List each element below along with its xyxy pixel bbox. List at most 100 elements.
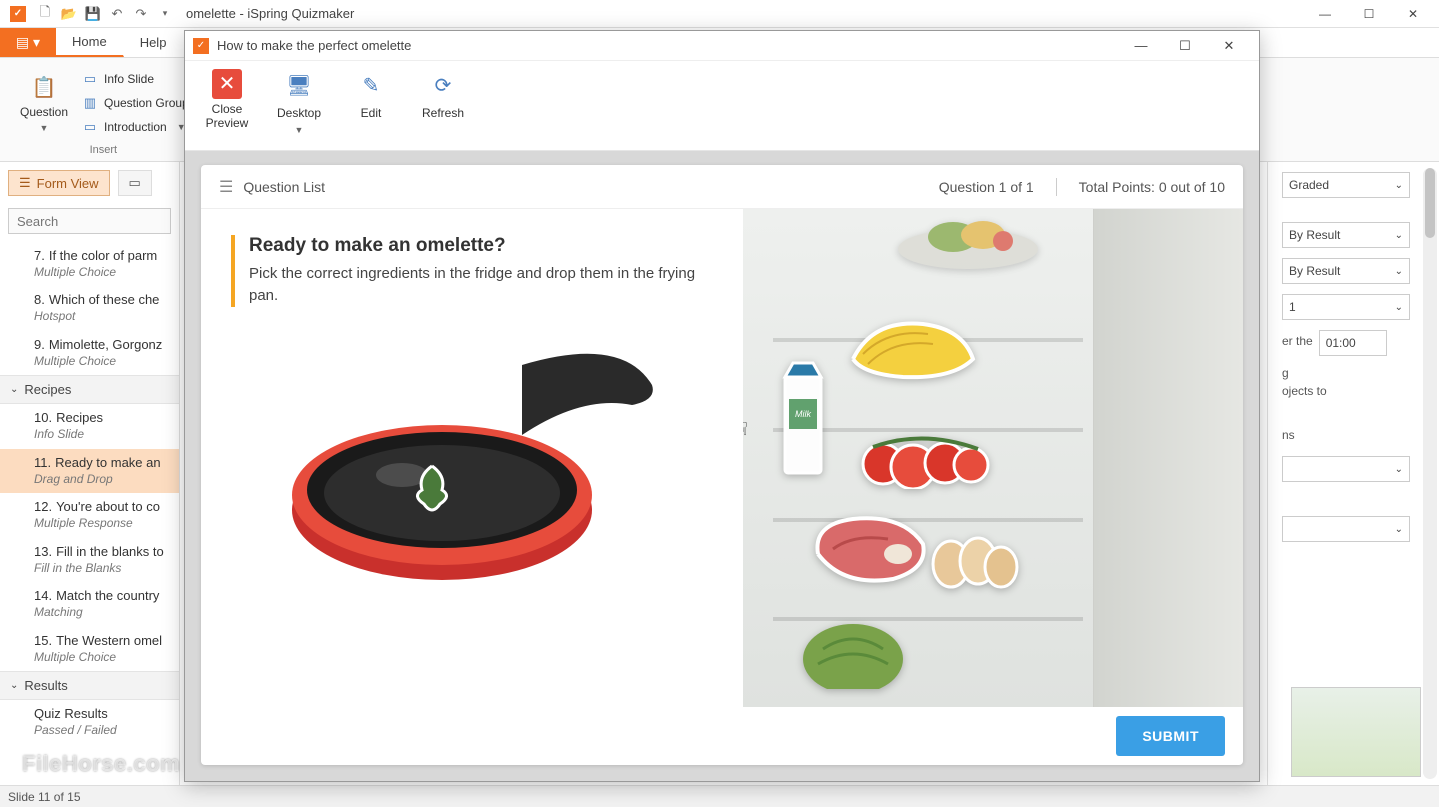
question-title: Ready to make an omelette? [249, 235, 713, 257]
preview-toolbar: ✕Close Preview 🖥Desktop▼ ✎Edit ⟳Refresh [185, 61, 1259, 151]
graded-label: Graded [1289, 178, 1329, 192]
chevron-down-icon: ⌄ [10, 680, 18, 691]
time-input[interactable]: 01:00 [1319, 330, 1387, 356]
question-icon: 📋 [30, 73, 58, 101]
group-recipes[interactable]: ⌄ Recipes [0, 375, 179, 404]
desktop-button[interactable]: 🖥Desktop▼ [267, 67, 331, 135]
edit-button[interactable]: ✎Edit [339, 67, 403, 121]
qat-dropdown-icon[interactable]: ▾ [156, 5, 174, 23]
slide-list[interactable]: 7.If the color of parmMultiple Choice 8.… [0, 242, 179, 785]
help-tab[interactable]: Help [124, 28, 184, 57]
preview-close-button[interactable]: ✕ [1207, 32, 1251, 60]
list-item[interactable]: 15.The Western omelMultiple Choice [0, 627, 179, 671]
svg-text:Milk: Milk [795, 409, 811, 419]
undo-icon[interactable]: ↶ [108, 5, 126, 23]
quick-access-toolbar: 🗋 📂 💾 ↶ ↷ ▾ [36, 5, 174, 23]
file-tab[interactable]: ▤ ▾ [0, 28, 56, 57]
slide-panel: ☰Form View ▭ 7.If the color of parmMulti… [0, 162, 180, 785]
home-tab[interactable]: Home [56, 28, 124, 57]
preview-surface: ☰ Question List Question 1 of 1 Total Po… [185, 151, 1259, 781]
maximize-button[interactable]: ☐ [1347, 0, 1391, 28]
question-counter: Question 1 of 1 [939, 179, 1034, 195]
group-results[interactable]: ⌄ Results [0, 671, 179, 700]
watermark: FileHorse.com [22, 751, 180, 777]
introduction-label: Introduction [104, 120, 167, 134]
window-title: omelette - iSpring Quizmaker [186, 6, 354, 21]
close-preview-button[interactable]: ✕Close Preview [195, 67, 259, 131]
close-icon: ✕ [212, 69, 242, 99]
slide-counter: Slide 11 of 15 [8, 790, 81, 804]
introduction-icon: ▭ [82, 119, 98, 135]
preview-maximize-button[interactable]: ☐ [1163, 32, 1207, 60]
status-bar: Slide 11 of 15 [0, 785, 1439, 807]
group-label: Results [24, 678, 67, 693]
list-item[interactable]: 9.Mimolette, GorgonzMultiple Choice [0, 331, 179, 375]
redo-icon[interactable]: ↷ [132, 5, 150, 23]
question-group-label: Question Group [104, 96, 189, 110]
group-label: Recipes [24, 382, 71, 397]
quiz-header: ☰ Question List Question 1 of 1 Total Po… [201, 165, 1243, 209]
chevron-down-icon: ⌄ [1395, 266, 1403, 277]
preview-title: How to make the perfect omelette [217, 38, 411, 53]
preview-titlebar: ✓ How to make the perfect omelette — ☐ ✕ [185, 31, 1259, 61]
info-slide-button[interactable]: ▭Info Slide [78, 68, 193, 90]
app-icon: ✓ [10, 6, 26, 22]
list-item[interactable]: 10.RecipesInfo Slide [0, 404, 179, 448]
new-icon[interactable]: 🗋 [36, 5, 54, 23]
list-item[interactable]: 13.Fill in the blanks toFill in the Blan… [0, 538, 179, 582]
attempts-select[interactable]: 1⌄ [1282, 294, 1410, 320]
option-select-1[interactable]: ⌄ [1282, 456, 1410, 482]
preview-window: ✓ How to make the perfect omelette — ☐ ✕… [184, 30, 1260, 782]
chevron-down-icon: ⌄ [1395, 180, 1403, 191]
chevron-down-icon: ⌄ [1395, 464, 1403, 475]
question-list-link[interactable]: Question List [243, 179, 325, 195]
chevron-down-icon: ⌄ [1395, 302, 1403, 313]
quiz-card: ☰ Question List Question 1 of 1 Total Po… [201, 165, 1243, 765]
preview-minimize-button[interactable]: — [1119, 32, 1163, 60]
list-item[interactable]: 8.Which of these cheHotspot [0, 286, 179, 330]
form-view-button[interactable]: ☰Form View [8, 170, 110, 196]
drop-target-pan[interactable] [231, 325, 713, 605]
cabbage-icon [793, 609, 913, 689]
question-button[interactable]: 📋 Question ▼ [14, 67, 74, 139]
total-points: Total Points: 0 out of 10 [1079, 179, 1225, 195]
edit-icon: ✎ [354, 69, 388, 103]
slide-view-icon: ▭ [129, 175, 141, 191]
open-icon[interactable]: 📂 [60, 5, 78, 23]
desktop-icon: 🖥 [282, 69, 316, 103]
preview-app-icon: ✓ [193, 38, 209, 54]
meat-drag-item[interactable] [803, 509, 933, 589]
milk-drag-item[interactable]: Milk [779, 359, 827, 479]
bananas-drag-item[interactable] [833, 309, 983, 389]
scrollbar-thumb[interactable] [1425, 168, 1435, 238]
insert-group-label: Insert [90, 144, 118, 158]
chevron-down-icon: ⌄ [1395, 524, 1403, 535]
by-result-select-2[interactable]: By Result⌄ [1282, 258, 1410, 284]
scrollbar[interactable] [1423, 168, 1437, 779]
fridge-area: Milk ☟ [743, 209, 1243, 707]
submit-button[interactable]: SUBMIT [1116, 716, 1225, 756]
list-item[interactable]: 14.Match the countryMatching [0, 582, 179, 626]
info-slide-icon: ▭ [82, 71, 98, 87]
close-button[interactable]: ✕ [1391, 0, 1435, 28]
eggs-drag-item[interactable] [923, 519, 1023, 589]
question-group-button[interactable]: ▥Question Group [78, 92, 193, 114]
option-select-2[interactable]: ⌄ [1282, 516, 1410, 542]
refresh-button[interactable]: ⟳Refresh [411, 67, 475, 121]
minimize-button[interactable]: — [1303, 0, 1347, 28]
list-item[interactable]: Quiz ResultsPassed / Failed [0, 700, 179, 744]
save-icon[interactable]: 💾 [84, 5, 102, 23]
list-item[interactable]: 7.If the color of parmMultiple Choice [0, 242, 179, 286]
chevron-down-icon: ⌄ [10, 384, 18, 395]
graded-select[interactable]: Graded ⌄ [1282, 172, 1410, 198]
list-item[interactable]: 12.You're about to coMultiple Response [0, 493, 179, 537]
introduction-button[interactable]: ▭Introduction▼ [78, 116, 193, 138]
tomatoes-drag-item[interactable] [853, 419, 993, 489]
search-input[interactable] [8, 208, 171, 234]
frying-pan-icon [282, 325, 662, 605]
question-label: Question [20, 105, 68, 119]
list-item-selected[interactable]: 11.Ready to make anDrag and Drop [0, 449, 179, 493]
slide-view-button[interactable]: ▭ [118, 170, 152, 196]
question-description: Pick the correct ingredients in the frid… [249, 263, 713, 307]
by-result-select-1[interactable]: By Result⌄ [1282, 222, 1410, 248]
